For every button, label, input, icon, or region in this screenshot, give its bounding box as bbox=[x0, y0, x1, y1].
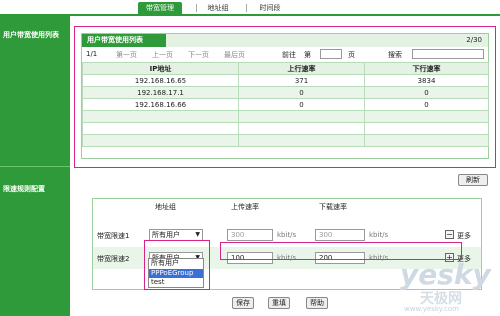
download-unit: kbit/s bbox=[369, 231, 389, 239]
watermark-url: www.yesky.com bbox=[404, 305, 459, 313]
page-indicator: 2/30 bbox=[466, 36, 482, 44]
column-header-upload: 上行速率 bbox=[238, 62, 365, 75]
download-cell: 3834 bbox=[364, 74, 489, 87]
select-value: 所有用户 bbox=[152, 231, 180, 239]
upload-unit: kbit/s bbox=[277, 231, 297, 239]
more-label[interactable]: 更多 bbox=[457, 231, 471, 241]
sidebar: 用户带宽使用列表 限速规则配置 bbox=[0, 16, 70, 316]
refresh-button[interactable]: 刷新 bbox=[458, 174, 488, 186]
first-page-link[interactable]: 第一页 bbox=[116, 50, 137, 60]
dropdown-option-selected[interactable]: PPPoEGroup bbox=[149, 268, 203, 278]
save-button[interactable]: 保存 bbox=[232, 297, 254, 309]
table-row: 192.168.16.66 0 0 bbox=[82, 98, 489, 111]
upload-cell bbox=[238, 122, 365, 135]
download-cell: 0 bbox=[364, 98, 489, 111]
user-bandwidth-table: IP地址 上行速率 下行速率 192.168.16.65 371 3834 19… bbox=[82, 62, 489, 147]
rate-limit-header-row: 地址组 上传速率 下载速率 bbox=[93, 199, 481, 213]
help-button[interactable]: 帮助 bbox=[306, 297, 328, 309]
table-row bbox=[82, 122, 489, 135]
panel-title: 用户带宽使用列表 bbox=[82, 34, 166, 47]
search-label: 搜索 bbox=[388, 51, 402, 59]
pagination-toolbar: 1/1 第一页 上一页 下一页 最后页 前往 第 页 搜索 bbox=[82, 48, 488, 61]
rule-name: 带宽限速1 bbox=[97, 232, 130, 240]
main-content: 用户带宽使用列表 2/30 1/1 第一页 上一页 下一页 最后页 前往 第 页… bbox=[70, 16, 500, 316]
ip-cell bbox=[82, 122, 239, 135]
goto-label: 前往 bbox=[282, 51, 296, 59]
download-cell bbox=[364, 110, 489, 123]
table-row bbox=[82, 134, 489, 147]
next-page-link[interactable]: 下一页 bbox=[188, 50, 209, 60]
tab-time-period[interactable]: 时间段 bbox=[252, 2, 288, 14]
sidebar-label-rate-limit: 限速规则配置 bbox=[3, 185, 45, 193]
download-rate-input[interactable]: 300 bbox=[315, 229, 365, 241]
chevron-down-icon: ▼ bbox=[195, 231, 200, 238]
user-bandwidth-panel: 用户带宽使用列表 2/30 1/1 第一页 上一页 下一页 最后页 前往 第 页… bbox=[81, 33, 489, 159]
minus-icon[interactable]: − bbox=[445, 230, 454, 239]
header-upload-rate: 上传速率 bbox=[231, 203, 259, 211]
ip-cell: 192.168.16.65 bbox=[82, 74, 239, 87]
page-number-input[interactable] bbox=[320, 49, 342, 59]
upload-cell: 0 bbox=[238, 86, 365, 99]
tab-address-group[interactable]: 地址组 bbox=[200, 2, 236, 14]
table-row: 192.168.16.65 371 3834 bbox=[82, 74, 489, 87]
watermark-logo: yesky bbox=[400, 258, 491, 291]
upload-cell: 0 bbox=[238, 98, 365, 111]
column-header-ip: IP地址 bbox=[82, 62, 239, 75]
reset-button[interactable]: 重填 bbox=[268, 297, 290, 309]
header-download-rate: 下载速率 bbox=[319, 203, 347, 211]
address-group-dropdown-list: 所有用户 PPPoEGroup test bbox=[148, 258, 204, 288]
tab-bandwidth-management[interactable]: 带宽管理 bbox=[138, 2, 182, 14]
dropdown-option[interactable]: test bbox=[149, 278, 203, 288]
page-suffix-label: 页 bbox=[348, 51, 355, 59]
page-prefix-label: 第 bbox=[304, 51, 311, 59]
sidebar-label-user-bandwidth: 用户带宽使用列表 bbox=[3, 31, 59, 39]
page-count: 1/1 bbox=[86, 50, 98, 58]
ip-cell bbox=[82, 110, 239, 123]
last-page-link[interactable]: 最后页 bbox=[224, 50, 245, 60]
upload-rate-input[interactable]: 300 bbox=[227, 229, 273, 241]
upload-cell: 371 bbox=[238, 74, 365, 87]
table-row: 192.168.17.1 0 0 bbox=[82, 86, 489, 99]
ip-cell: 192.168.16.66 bbox=[82, 98, 239, 111]
tab-separator bbox=[196, 4, 197, 12]
download-cell bbox=[364, 134, 489, 147]
ip-cell bbox=[82, 134, 239, 147]
download-cell bbox=[364, 122, 489, 135]
prev-page-link[interactable]: 上一页 bbox=[152, 50, 173, 60]
user-bandwidth-panel-highlight: 用户带宽使用列表 2/30 1/1 第一页 上一页 下一页 最后页 前往 第 页… bbox=[74, 26, 496, 168]
rule-name: 带宽限速2 bbox=[97, 255, 130, 263]
search-input[interactable] bbox=[412, 49, 484, 59]
download-cell: 0 bbox=[364, 86, 489, 99]
sidebar-divider bbox=[0, 166, 70, 167]
upload-cell bbox=[238, 134, 365, 147]
table-row bbox=[82, 110, 489, 123]
dropdown-option[interactable]: 所有用户 bbox=[149, 259, 203, 269]
tab-separator bbox=[246, 4, 247, 12]
top-tab-bar: 带宽管理 地址组 时间段 bbox=[0, 0, 500, 16]
header-address-group: 地址组 bbox=[155, 203, 176, 211]
ip-cell: 192.168.17.1 bbox=[82, 86, 239, 99]
upload-cell bbox=[238, 110, 365, 123]
column-header-download: 下行速率 bbox=[364, 62, 489, 75]
yesky-watermark: yesky 天极网 www.yesky.com bbox=[400, 258, 496, 314]
panel-header: 用户带宽使用列表 2/30 bbox=[82, 34, 488, 47]
